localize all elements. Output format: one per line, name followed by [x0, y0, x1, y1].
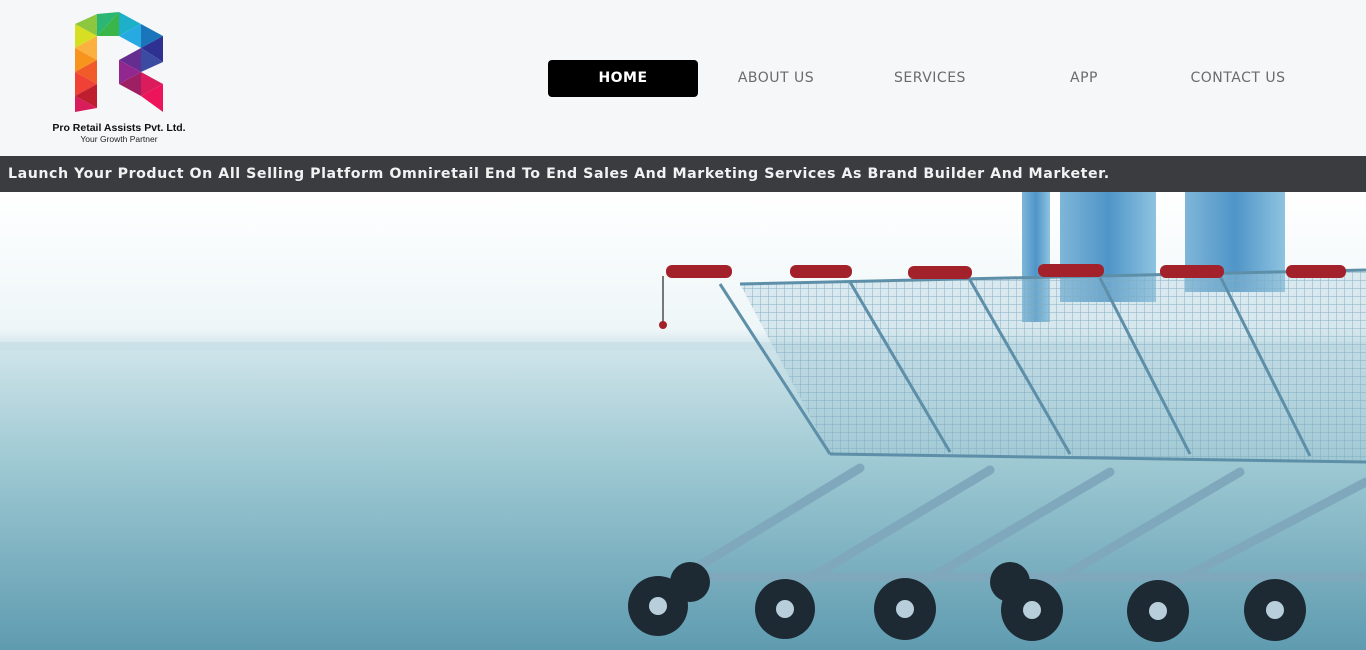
company-name: Pro Retail Assists Pvt. Ltd. [52, 122, 186, 134]
shopping-carts-image [0, 192, 1366, 650]
nav-about-us[interactable]: ABOUT US [701, 60, 851, 97]
nav-contact-us[interactable]: CONTACT US [1163, 60, 1313, 97]
nav-home[interactable]: HOME [548, 60, 698, 97]
hero-banner [0, 192, 1366, 650]
company-tagline: Your Growth Partner [80, 134, 158, 144]
brand-logo[interactable]: Pro Retail Assists Pvt. Ltd. Your Growth… [48, 10, 190, 150]
announcement-text: Launch Your Product On All Selling Platf… [8, 166, 1110, 182]
site-header: Pro Retail Assists Pvt. Ltd. Your Growth… [0, 0, 1366, 156]
r-letter-logo-icon [75, 12, 163, 112]
nav-app[interactable]: APP [1009, 60, 1159, 97]
nav-services[interactable]: SERVICES [855, 60, 1005, 97]
announcement-strip: Launch Your Product On All Selling Platf… [0, 156, 1366, 192]
